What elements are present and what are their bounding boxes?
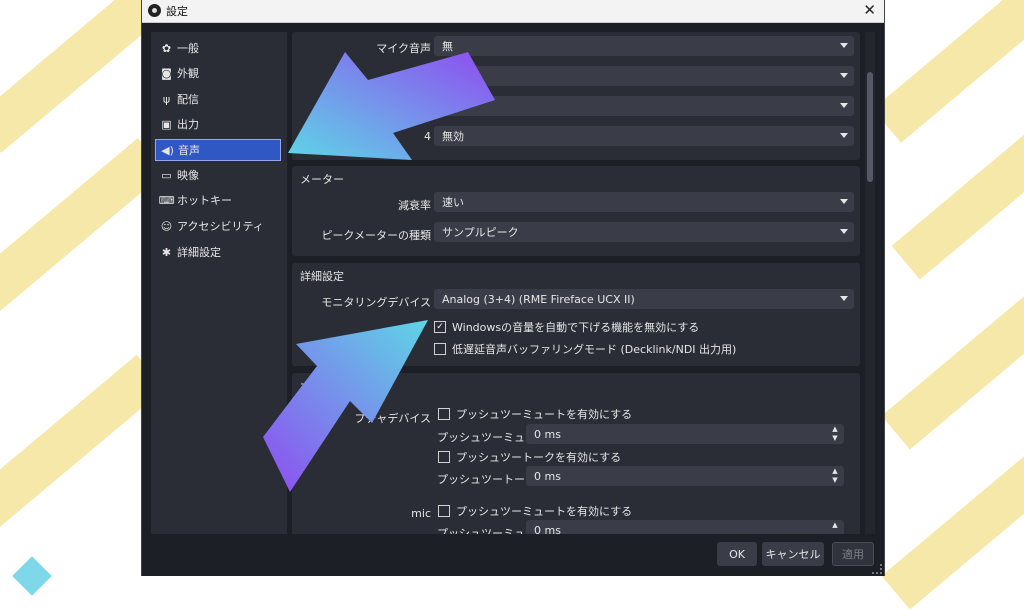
highlight-arrow-to-audio [288,52,495,160]
